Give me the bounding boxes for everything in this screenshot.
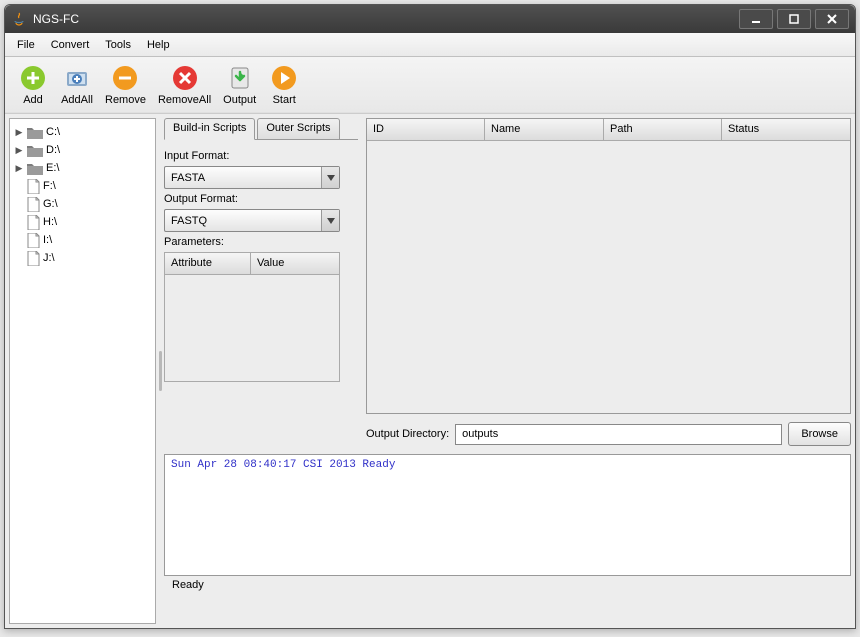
tree-node-f[interactable]: F:\ [12, 177, 153, 195]
parameters-label: Parameters: [164, 236, 358, 248]
col-id[interactable]: ID [367, 119, 485, 141]
splitter[interactable] [156, 114, 164, 628]
tree-node-j[interactable]: J:\ [12, 249, 153, 267]
expander-icon[interactable]: ▶ [14, 145, 24, 155]
file-icon [27, 179, 40, 194]
folder-icon [27, 162, 43, 175]
start-button[interactable]: Start [262, 62, 306, 108]
tab-outer-scripts[interactable]: Outer Scripts [257, 118, 339, 140]
tree-pane[interactable]: ▶C:\ ▶D:\ ▶E:\ F:\ G:\ H:\ I:\ J:\ [9, 118, 156, 624]
expander-icon[interactable]: ▶ [14, 163, 24, 173]
col-attribute[interactable]: Attribute [165, 253, 251, 275]
input-format-value: FASTA [171, 172, 205, 184]
menu-bar: File Convert Tools Help [5, 33, 855, 57]
addall-label: AddAll [61, 94, 93, 106]
maximize-button[interactable] [777, 9, 811, 29]
log-pane[interactable]: Sun Apr 28 08:40:17 CSI 2013 Ready [164, 454, 851, 576]
addall-icon [63, 64, 91, 92]
tree-node-g[interactable]: G:\ [12, 195, 153, 213]
menu-tools[interactable]: Tools [97, 36, 139, 54]
remove-label: Remove [105, 94, 146, 106]
java-icon [11, 11, 27, 27]
col-status[interactable]: Status [722, 119, 850, 141]
tree-node-h[interactable]: H:\ [12, 213, 153, 231]
browse-button[interactable]: Browse [788, 422, 851, 446]
output-dir-row: Output Directory: Browse [366, 422, 851, 446]
removeall-button[interactable]: RemoveAll [152, 62, 217, 108]
chevron-down-icon [321, 167, 339, 188]
tree-node-c[interactable]: ▶C:\ [12, 123, 153, 141]
output-dir-input[interactable] [455, 424, 782, 445]
minimize-button[interactable] [739, 9, 773, 29]
window-title: NGS-FC [33, 12, 737, 26]
output-format-combo[interactable]: FASTQ [164, 209, 340, 232]
output-label: Output [223, 94, 256, 106]
add-label: Add [23, 94, 43, 106]
chevron-down-icon [321, 210, 339, 231]
tree-node-e[interactable]: ▶E:\ [12, 159, 153, 177]
right-column: Build-in Scripts Outer Scripts Input For… [164, 118, 851, 624]
tab-builtin-scripts[interactable]: Build-in Scripts [164, 118, 255, 140]
addall-button[interactable]: AddAll [55, 62, 99, 108]
app-window: NGS-FC File Convert Tools Help Add AddAl… [4, 4, 856, 629]
removeall-label: RemoveAll [158, 94, 211, 106]
input-format-combo[interactable]: FASTA [164, 166, 340, 189]
col-name[interactable]: Name [485, 119, 604, 141]
scripts-panel: Build-in Scripts Outer Scripts Input For… [164, 118, 358, 414]
output-format-label: Output Format: [164, 193, 358, 205]
toolbar: Add AddAll Remove RemoveAll Output Start [5, 57, 855, 113]
output-button[interactable]: Output [217, 62, 262, 108]
col-path[interactable]: Path [604, 119, 722, 141]
add-icon [19, 64, 47, 92]
file-table[interactable]: ID Name Path Status [366, 118, 851, 414]
output-format-value: FASTQ [171, 215, 207, 227]
remove-icon [111, 64, 139, 92]
file-icon [27, 251, 40, 266]
tree-node-i[interactable]: I:\ [12, 231, 153, 249]
status-bar: Ready [164, 576, 851, 596]
file-icon [27, 215, 40, 230]
removeall-icon [171, 64, 199, 92]
work-area: ▶C:\ ▶D:\ ▶E:\ F:\ G:\ H:\ I:\ J:\ Build… [5, 113, 855, 628]
parameters-table[interactable]: Attribute Value [164, 252, 340, 382]
close-button[interactable] [815, 9, 849, 29]
output-dir-label: Output Directory: [366, 428, 449, 440]
folder-icon [27, 144, 43, 157]
file-icon [27, 233, 40, 248]
tabs: Build-in Scripts Outer Scripts [164, 118, 358, 140]
input-format-label: Input Format: [164, 150, 358, 162]
output-icon [226, 64, 254, 92]
menu-help[interactable]: Help [139, 36, 178, 54]
start-icon [270, 64, 298, 92]
file-icon [27, 197, 40, 212]
col-value[interactable]: Value [251, 253, 339, 275]
expander-icon[interactable]: ▶ [14, 127, 24, 137]
title-bar: NGS-FC [5, 5, 855, 33]
menu-file[interactable]: File [9, 36, 43, 54]
start-label: Start [273, 94, 296, 106]
add-button[interactable]: Add [11, 62, 55, 108]
folder-icon [27, 126, 43, 139]
remove-button[interactable]: Remove [99, 62, 152, 108]
tree-node-d[interactable]: ▶D:\ [12, 141, 153, 159]
menu-convert[interactable]: Convert [43, 36, 98, 54]
